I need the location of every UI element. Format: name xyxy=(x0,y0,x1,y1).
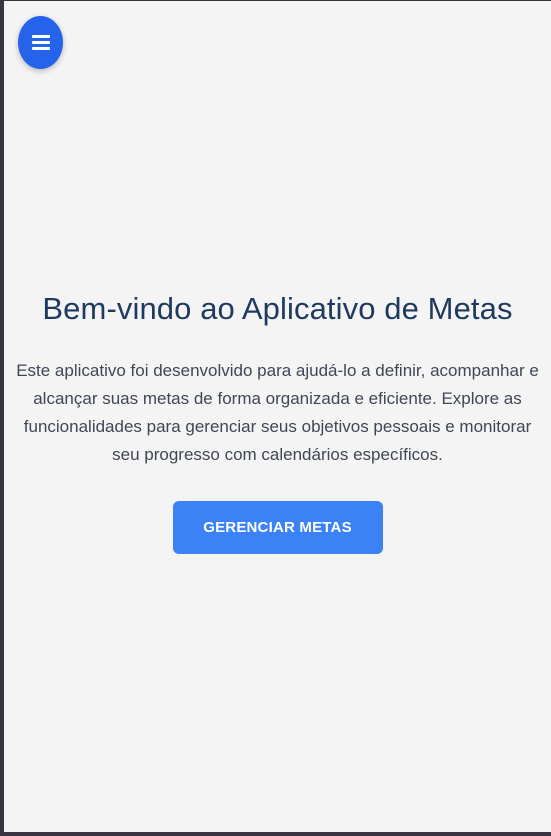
page-title: Bem-vindo ao Aplicativo de Metas xyxy=(42,291,513,326)
app-container: Bem-vindo ao Aplicativo de Metas Este ap… xyxy=(4,1,551,832)
welcome-section: Bem-vindo ao Aplicativo de Metas Este ap… xyxy=(4,287,551,554)
menu-button[interactable] xyxy=(18,16,63,69)
hamburger-menu-icon xyxy=(31,35,50,50)
manage-goals-button[interactable]: GERENCIAR METAS xyxy=(172,501,383,554)
welcome-description: Este aplicativo foi desenvolvido para aj… xyxy=(16,361,539,464)
